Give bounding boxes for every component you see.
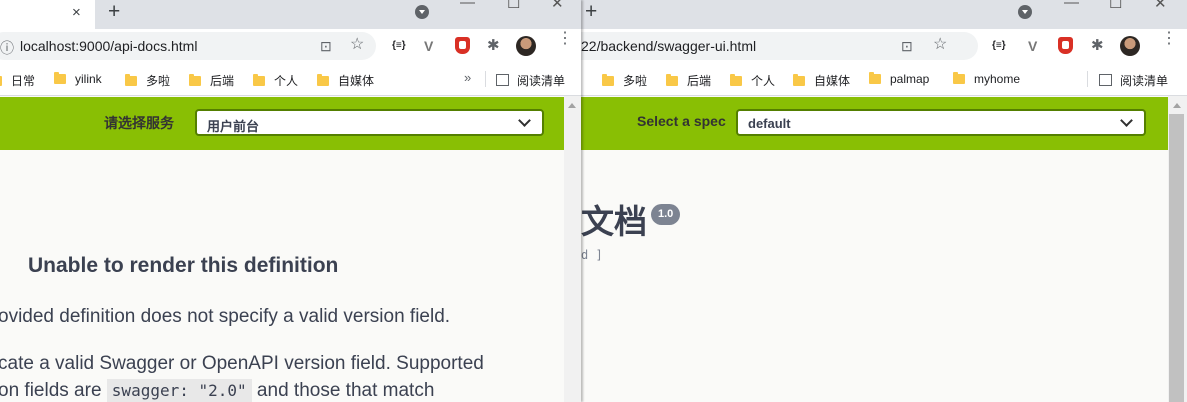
- adblock-extension-icon[interactable]: [455, 37, 470, 54]
- browser-menu-icon[interactable]: ⋮: [1161, 31, 1177, 47]
- bookmark-star-icon[interactable]: ☆: [350, 37, 364, 53]
- folder-icon: [125, 74, 137, 86]
- url-text[interactable]: 22/backend/swagger-ui.html: [581, 38, 756, 54]
- bookmarks-divider: [1087, 71, 1088, 87]
- address-bar[interactable]: 22/backend/swagger-ui.html ⊡ ☆: [581, 32, 978, 60]
- maximize-icon[interactable]: ☐: [507, 0, 520, 12]
- spec-select-label: Select a spec: [637, 113, 726, 129]
- scrollbar-thumb[interactable]: [1169, 114, 1184, 402]
- scroll-up-icon[interactable]: [568, 103, 576, 108]
- reading-list-button[interactable]: 阅读清单: [1099, 72, 1168, 89]
- profile-avatar[interactable]: [516, 36, 536, 56]
- site-info-icon[interactable]: ⓘ: [0, 40, 14, 56]
- reading-list-button[interactable]: 阅读清单: [496, 72, 565, 89]
- bookmark-item[interactable]: 自媒体: [793, 72, 850, 89]
- folder-icon: [54, 72, 66, 84]
- version-badge: 1.0: [651, 204, 681, 225]
- tab-strip: × + — ☐ ✕: [0, 0, 581, 29]
- reading-list-icon: [1099, 74, 1112, 86]
- browser-toolbar: ⓘ localhost:9000/api-docs.html ⊡ ☆ {≡} V…: [0, 29, 581, 63]
- bookmark-item[interactable]: 个人: [253, 72, 298, 89]
- service-select[interactable]: 用户前台: [195, 109, 544, 136]
- bookmark-item[interactable]: 多啦: [125, 72, 170, 89]
- active-tab[interactable]: ×: [0, 0, 95, 29]
- json-extension-icon[interactable]: {≡}: [392, 38, 406, 54]
- address-bar[interactable]: ⓘ localhost:9000/api-docs.html ⊡ ☆: [0, 32, 376, 60]
- bookmark-star-icon[interactable]: ☆: [933, 37, 947, 53]
- minimize-icon[interactable]: —: [1064, 0, 1079, 11]
- json-extension-icon[interactable]: {≡}: [992, 38, 1006, 54]
- spec-select[interactable]: default: [736, 109, 1146, 136]
- url-text[interactable]: localhost:9000/api-docs.html: [20, 38, 197, 54]
- swagger-topbar: 请选择服务 用户前台: [0, 97, 564, 150]
- error-message-line: on fields are swagger: "2.0" and those t…: [0, 379, 435, 402]
- maximize-icon[interactable]: ☐: [1109, 0, 1122, 12]
- error-title: Unable to render this definition: [28, 254, 339, 277]
- bookmarks-bar: 多啦 后端 个人 自媒体 palmap myhome 阅读清单: [581, 63, 1187, 96]
- folder-icon: [666, 74, 678, 86]
- tab-search-icon[interactable]: [415, 5, 429, 19]
- error-message-line: cate a valid Swagger or OpenAPI version …: [0, 353, 484, 374]
- vertical-scrollbar[interactable]: [1168, 96, 1187, 402]
- bookmark-item[interactable]: yilink: [54, 72, 102, 86]
- service-select-label: 请选择服务: [104, 115, 174, 131]
- error-message-line: ovided definition does not specify a val…: [0, 306, 451, 327]
- folder-icon: [953, 72, 965, 84]
- adblock-extension-icon[interactable]: [1058, 37, 1073, 54]
- api-doc-title: 文档: [581, 203, 647, 240]
- bookmarks-overflow-icon[interactable]: »: [464, 70, 471, 85]
- bookmarks-divider: [485, 71, 486, 87]
- right-browser-window: + — ☐ ✕ 22/backend/swagger-ui.html ⊡ ☆ {…: [581, 0, 1187, 402]
- folder-icon: [602, 74, 614, 86]
- reading-list-icon: [496, 74, 509, 86]
- new-tab-icon[interactable]: +: [108, 1, 120, 23]
- chevron-down-icon: [1120, 114, 1133, 127]
- folder-icon: [0, 76, 2, 86]
- extensions-puzzle-icon[interactable]: ✱: [487, 38, 500, 54]
- browser-toolbar: 22/backend/swagger-ui.html ⊡ ☆ {≡} V ✱ ⋮: [581, 29, 1187, 63]
- minimize-icon[interactable]: —: [460, 0, 475, 11]
- folder-icon: [189, 74, 201, 86]
- base-url: d ]: [581, 248, 603, 262]
- version-code: swagger: "2.0": [106, 379, 252, 402]
- v-extension-icon[interactable]: V: [1028, 38, 1037, 54]
- bookmark-item[interactable]: 个人: [730, 72, 775, 89]
- new-tab-icon[interactable]: +: [585, 1, 597, 23]
- bookmark-item[interactable]: myhome: [953, 72, 1020, 86]
- bookmark-item[interactable]: 多啦: [602, 72, 647, 89]
- close-tab-icon[interactable]: ×: [72, 4, 81, 21]
- tab-strip: + — ☐ ✕: [581, 0, 1187, 29]
- bookmark-item[interactable]: 日常: [0, 72, 35, 89]
- bookmark-item[interactable]: 后端: [666, 72, 711, 89]
- close-window-icon[interactable]: ✕: [1154, 0, 1167, 12]
- bookmark-item[interactable]: palmap: [869, 72, 929, 86]
- swagger-topbar: Select a spec default: [581, 97, 1168, 150]
- folder-icon: [869, 72, 881, 84]
- spec-select-value: default: [748, 116, 791, 131]
- folder-icon: [317, 74, 329, 86]
- folder-icon: [253, 74, 265, 86]
- folder-icon: [793, 74, 805, 86]
- bookmarks-bar: 日常 yilink 多啦 后端 个人 自媒体 » 阅读清单: [0, 63, 581, 96]
- chevron-down-icon: [518, 114, 531, 127]
- browser-menu-icon[interactable]: ⋮: [557, 31, 573, 47]
- profile-avatar[interactable]: [1120, 36, 1140, 56]
- tab-search-icon[interactable]: [1018, 5, 1032, 19]
- v-extension-icon[interactable]: V: [424, 38, 433, 54]
- translate-icon[interactable]: ⊡: [901, 38, 913, 54]
- service-select-value: 用户前台: [207, 119, 260, 134]
- close-window-icon[interactable]: ✕: [551, 0, 564, 12]
- scroll-up-icon[interactable]: [1173, 103, 1181, 108]
- bookmark-item[interactable]: 后端: [189, 72, 234, 89]
- translate-icon[interactable]: ⊡: [320, 38, 332, 54]
- vertical-scrollbar[interactable]: [564, 96, 581, 402]
- left-browser-window: × + — ☐ ✕ ⓘ localhost:9000/api-docs.html…: [0, 0, 581, 402]
- bookmark-item[interactable]: 自媒体: [317, 72, 374, 89]
- folder-icon: [730, 74, 742, 86]
- extensions-puzzle-icon[interactable]: ✱: [1091, 38, 1104, 54]
